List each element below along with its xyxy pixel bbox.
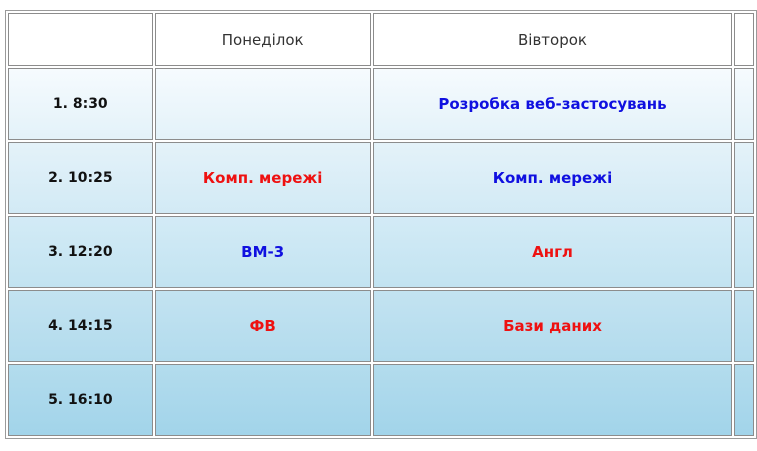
- table-row: 2. 10:25 Комп. мережі Комп. мережі: [8, 142, 754, 214]
- lesson-cell: Розробка веб-застосувань: [372, 68, 733, 140]
- lesson-cell: [734, 216, 754, 288]
- lesson-cell: [734, 364, 754, 436]
- header-row: Понеділок Вівторок: [8, 13, 754, 66]
- lesson-cell: Англ: [372, 216, 733, 288]
- table-row: 1. 8:30 Розробка веб-застосувань: [8, 68, 754, 140]
- lesson-cell: Комп. мережі: [372, 142, 733, 214]
- lesson-cell: [734, 142, 754, 214]
- period-time: 5. 16:10: [8, 364, 153, 436]
- header-day-tuesday: Вівторок: [372, 13, 733, 66]
- schedule-table: Понеділок Вівторок 1. 8:30 Розробка веб-…: [5, 10, 757, 439]
- lesson-cell: ВМ-3: [154, 216, 371, 288]
- lesson-cell: ФВ: [154, 290, 371, 362]
- period-time: 1. 8:30: [8, 68, 153, 140]
- lesson-cell: [734, 68, 754, 140]
- table-row: 4. 14:15 ФВ Бази даних: [8, 290, 754, 362]
- lesson-cell: [734, 290, 754, 362]
- lesson-cell: [154, 68, 371, 140]
- table-row: 3. 12:20 ВМ-3 Англ: [8, 216, 754, 288]
- table-row: 5. 16:10: [8, 364, 754, 436]
- period-time: 3. 12:20: [8, 216, 153, 288]
- lesson-cell: Комп. мережі: [154, 142, 371, 214]
- lesson-cell: Бази даних: [372, 290, 733, 362]
- header-day-next: [734, 13, 754, 66]
- header-corner-cell: [8, 13, 153, 66]
- period-time: 4. 14:15: [8, 290, 153, 362]
- period-time: 2. 10:25: [8, 142, 153, 214]
- lesson-cell: [154, 364, 371, 436]
- lesson-cell: [372, 364, 733, 436]
- header-day-monday: Понеділок: [154, 13, 371, 66]
